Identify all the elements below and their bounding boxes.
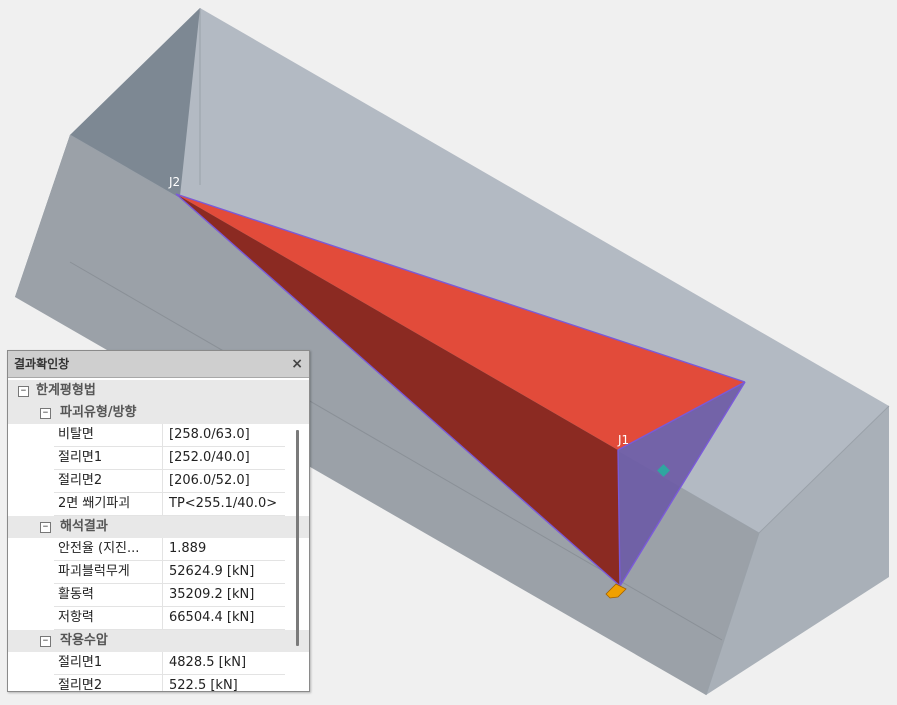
property-name: 절리면2 [54,675,163,691]
property-value: [206.0/52.0] [169,473,250,488]
property-name: 절리면1 [54,652,163,674]
joint-label-j2: J2 [169,175,181,189]
property-row[interactable]: 절리면2 [206.0/52.0] [54,470,285,493]
collapse-icon[interactable]: − [40,522,51,533]
tree-group-label: 해석결과 [60,519,108,534]
property-value: 66504.4 [kN] [169,610,255,625]
property-row[interactable]: 절리면1 [252.0/40.0] [54,447,285,470]
tree-group-analysis-results[interactable]: − 해석결과 [8,516,309,538]
property-value: 4828.5 [kN] [169,655,247,670]
collapse-icon[interactable]: − [40,408,51,419]
property-value: [258.0/63.0] [169,427,250,442]
property-name: 2면 쐐기파괴 [54,493,163,515]
property-name: 저항력 [54,607,163,629]
panel-title: 결과확인창 [14,357,70,371]
property-name: 파괴블럭무게 [54,561,163,583]
close-icon[interactable]: × [291,351,303,377]
joint-label-j1: J1 [618,433,630,447]
collapse-icon[interactable]: − [40,636,51,647]
tree-group-water-pressure[interactable]: − 작용수압 [8,630,309,652]
property-value: 52624.9 [kN] [169,564,255,579]
property-value: 1.889 [169,541,207,556]
property-row[interactable]: 비탈면 [258.0/63.0] [54,424,285,447]
property-row[interactable]: 절리면2 522.5 [kN] [54,675,285,692]
collapse-icon[interactable]: − [18,386,29,397]
property-name: 비탈면 [54,424,163,446]
property-value: [252.0/40.0] [169,450,250,465]
result-panel[interactable]: 결과확인창 × − 한계평형법 − 파괴유형/방향 비탈면 [258.0/63.… [7,350,310,692]
property-row[interactable]: 2면 쐐기파괴 TP<255.1/40.0> [54,493,285,516]
tree-node-limit-equilibrium[interactable]: − 한계평형법 [8,380,309,402]
property-row[interactable]: 절리면1 4828.5 [kN] [54,652,285,675]
panel-titlebar[interactable]: 결과확인창 × [8,351,309,378]
property-row[interactable]: 저항력 66504.4 [kN] [54,607,285,630]
property-name: 절리면2 [54,470,163,492]
property-name: 안전율 (지진... [54,538,163,560]
vertical-scrollbar[interactable] [296,430,299,646]
property-row[interactable]: 파괴블럭무게 52624.9 [kN] [54,561,285,584]
property-value: 35209.2 [kN] [169,587,255,602]
property-name: 활동력 [54,584,163,606]
result-tree: − 한계평형법 − 파괴유형/방향 비탈면 [258.0/63.0] 절리면1 … [8,378,309,692]
property-row[interactable]: 활동력 35209.2 [kN] [54,584,285,607]
tree-group-failure-type[interactable]: − 파괴유형/방향 [8,402,309,424]
property-row[interactable]: 안전율 (지진... 1.889 [54,538,285,561]
property-value: TP<255.1/40.0> [169,496,278,511]
tree-group-label: 파괴유형/방향 [60,405,137,420]
property-name: 절리면1 [54,447,163,469]
property-value: 522.5 [kN] [169,678,238,692]
tree-group-label: 작용수압 [60,633,108,648]
tree-node-label: 한계평형법 [36,383,96,398]
